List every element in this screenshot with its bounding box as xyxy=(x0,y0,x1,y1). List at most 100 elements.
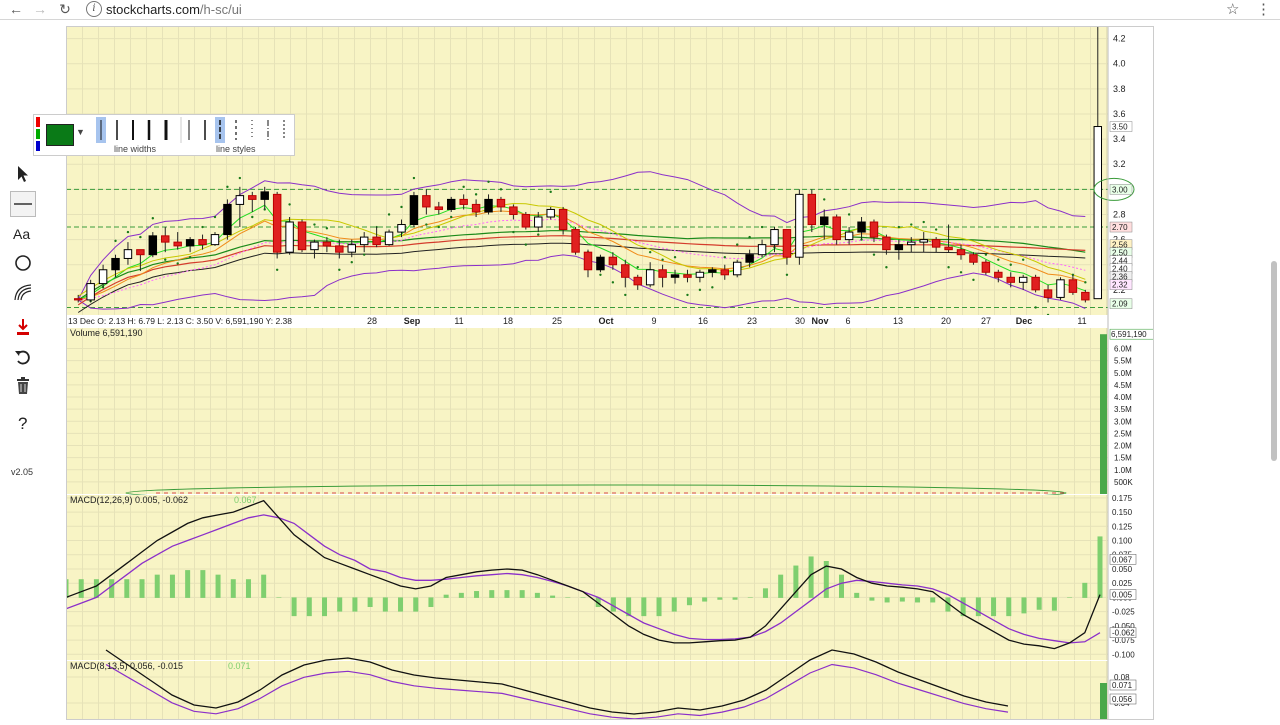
parabolic-sar-dot xyxy=(959,271,963,274)
macd1-histogram-bar xyxy=(915,597,921,603)
parabolic-sar-dot xyxy=(462,185,465,189)
macd1-histogram-bar xyxy=(382,597,388,612)
back-arrow-icon[interactable]: ← xyxy=(6,1,26,17)
macd1-value-label: 0.005 xyxy=(1112,591,1133,600)
browser-menu-icon[interactable]: ⋮ xyxy=(1256,0,1271,18)
parabolic-sar-dot xyxy=(648,250,652,254)
candle xyxy=(1093,126,1103,300)
candle xyxy=(795,193,804,258)
candle xyxy=(397,224,406,233)
macd1-histogram-bar xyxy=(1067,597,1073,598)
candle xyxy=(136,249,145,256)
macd1-histogram-bar xyxy=(1006,597,1012,617)
candle xyxy=(161,235,170,243)
macd1-histogram-bar xyxy=(322,597,327,617)
circle-tool-icon[interactable] xyxy=(10,250,36,276)
macd1-histogram-bar xyxy=(869,597,875,601)
x-axis-tick: 11 xyxy=(454,316,463,326)
green-swatch[interactable] xyxy=(36,129,40,139)
volume-value-label: 6,591,190 xyxy=(1111,330,1147,339)
parabolic-sar-dot xyxy=(910,223,913,226)
candle xyxy=(807,193,817,226)
parabolic-sar-dot xyxy=(400,205,403,209)
macd1-histogram-bar xyxy=(975,597,981,617)
parabolic-sar-dot xyxy=(213,215,217,219)
candle xyxy=(521,213,531,228)
browser-toolbar: ← → ↻ i stockcharts.com/h-sc/ui ☆ ⋮ xyxy=(0,0,1280,20)
candle xyxy=(297,221,307,251)
scrollbar-thumb[interactable] xyxy=(1271,261,1277,461)
candle xyxy=(869,221,879,238)
color-dropdown-icon[interactable]: ▼ xyxy=(76,127,85,137)
macd1-histogram-bar xyxy=(215,574,221,598)
text-tool-icon[interactable]: Aa xyxy=(10,221,36,247)
candle xyxy=(409,195,419,226)
parabolic-sar-dot xyxy=(151,217,155,220)
macd2-value-label: 0.056 xyxy=(1112,695,1133,704)
fibonacci-tool-icon[interactable] xyxy=(10,279,36,305)
help-tool-icon[interactable]: ? xyxy=(10,410,36,436)
candle xyxy=(384,231,394,246)
macd1-histogram-bar xyxy=(641,597,647,617)
candle xyxy=(285,221,294,253)
page-scrollbar[interactable] xyxy=(1268,21,1280,720)
candle xyxy=(1081,291,1090,301)
macd1-histogram-bar xyxy=(1097,536,1103,598)
parabolic-sar-dot xyxy=(897,225,901,229)
macd1-histogram-bar xyxy=(443,594,449,598)
x-axis-tick: 30 xyxy=(795,316,805,326)
forward-arrow-icon[interactable]: → xyxy=(30,1,50,17)
parabolic-sar-dot xyxy=(487,180,490,184)
candle xyxy=(98,269,108,285)
svg-text:Aa: Aa xyxy=(13,226,30,242)
macd1-y-tick: 0.175 xyxy=(1112,494,1133,503)
parabolic-sar-dot xyxy=(139,235,142,239)
parabolic-sar-dot xyxy=(760,225,764,229)
delete-tool-icon[interactable] xyxy=(10,373,36,399)
macd1-histogram-bar xyxy=(504,590,510,598)
blue-swatch[interactable] xyxy=(36,141,40,151)
annotation-toolbar: Aa ? v2.05 xyxy=(4,21,36,720)
address-bar[interactable]: stockcharts.com/h-sc/ui xyxy=(106,2,242,17)
candle xyxy=(272,193,282,253)
line-options-icons[interactable] xyxy=(92,117,292,143)
candle xyxy=(534,216,543,228)
site-info-icon[interactable]: i xyxy=(86,1,102,17)
undo-tool-icon[interactable] xyxy=(10,344,36,370)
macd1-histogram-bar xyxy=(747,597,753,598)
color-picker[interactable] xyxy=(46,124,74,146)
x-axis-tick: 28 xyxy=(367,316,377,326)
candle xyxy=(459,198,468,205)
parabolic-sar-dot xyxy=(636,266,639,269)
macd1-histogram-bar xyxy=(261,574,267,598)
line-tool-icon[interactable] xyxy=(10,191,36,217)
x-axis-tick: 13 xyxy=(893,316,903,326)
candle xyxy=(994,271,1003,278)
candle xyxy=(1018,276,1028,283)
macd2-histogram-bar xyxy=(1100,683,1107,720)
candle xyxy=(571,229,580,253)
candle xyxy=(633,276,642,286)
parabolic-sar-dot xyxy=(188,256,192,259)
macd1-y-tick: 0.050 xyxy=(1112,565,1133,574)
macd1-histogram-bar xyxy=(352,597,358,612)
parabolic-sar-dot xyxy=(126,230,130,234)
parabolic-sar-dot xyxy=(922,220,925,224)
save-tool-icon[interactable] xyxy=(10,314,36,340)
candle xyxy=(1006,276,1015,283)
macd1-histogram-bar xyxy=(230,579,236,598)
parabolic-sar-dot xyxy=(1084,281,1087,284)
macd1-histogram-bar xyxy=(398,597,404,612)
red-swatch[interactable] xyxy=(36,117,40,127)
pointer-tool-icon[interactable] xyxy=(10,161,36,187)
candle xyxy=(509,206,518,215)
reload-icon[interactable]: ↻ xyxy=(55,1,75,17)
candle xyxy=(695,271,705,278)
price-y-tick: 4.2 xyxy=(1113,34,1126,44)
macd1-histogram-bar xyxy=(78,579,84,598)
bookmark-star-icon[interactable]: ☆ xyxy=(1226,0,1239,18)
candle xyxy=(894,244,904,251)
volume-bar xyxy=(1100,334,1107,494)
volume-y-tick: 1.0M xyxy=(1114,466,1132,475)
candle xyxy=(956,249,966,256)
